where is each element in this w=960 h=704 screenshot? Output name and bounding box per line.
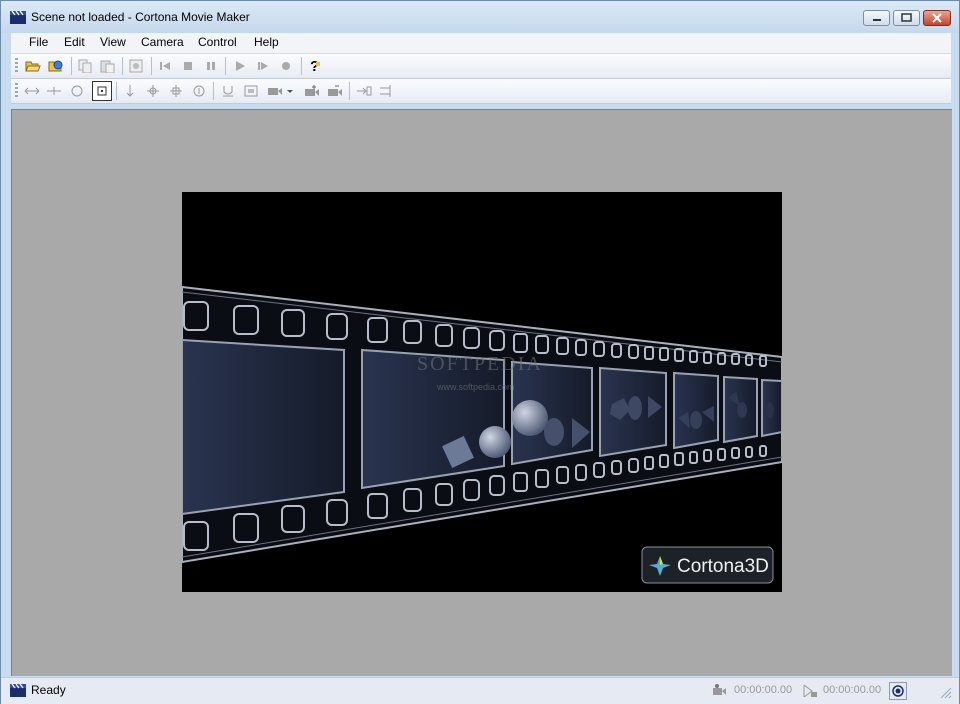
minimize-icon <box>873 19 881 21</box>
turn-button[interactable] <box>190 82 208 100</box>
filmstrip-scene-graphic: SOFTPEDIA www.softpedia.com Cortona3D <box>182 285 782 584</box>
menu-control[interactable]: Control <box>198 35 237 49</box>
paste-icon <box>100 60 115 73</box>
folder-web-icon <box>48 60 63 72</box>
watermark-url: www.softpedia.com <box>436 382 515 392</box>
folder-open-icon <box>25 61 41 72</box>
pan-button[interactable] <box>167 82 185 100</box>
sequence-icon <box>380 85 391 97</box>
rotate-icon <box>71 85 83 97</box>
watermark-text: SOFTPEDIA <box>417 353 543 375</box>
open-button[interactable] <box>24 57 42 75</box>
window-title: Scene not loaded - Cortona Movie Maker <box>31 10 250 24</box>
scene-viewport[interactable]: SOFTPEDIA www.softpedia.com Cortona3D <box>11 109 952 676</box>
camera-remove-icon <box>328 85 342 96</box>
app-window: Scene not loaded - Cortona Movie Maker F… <box>0 0 960 704</box>
cortona3d-logo: Cortona3D <box>641 546 774 584</box>
resize-grip-icon[interactable] <box>939 686 953 700</box>
pan-icon <box>170 85 182 97</box>
toolbar-grip[interactable] <box>15 58 18 74</box>
record-status-button[interactable] <box>889 682 907 700</box>
transition-icon <box>357 86 372 96</box>
close-icon <box>932 13 942 23</box>
restore-icon <box>901 13 912 22</box>
pause-icon <box>207 62 215 70</box>
record-icon <box>282 62 290 70</box>
open-url-button[interactable] <box>47 57 65 75</box>
frame-icon <box>244 85 258 97</box>
menu-camera[interactable]: Camera <box>141 35 184 49</box>
rotate-button[interactable] <box>68 82 86 100</box>
add-camera-button[interactable] <box>303 82 321 100</box>
record-button[interactable] <box>277 57 295 75</box>
arrow-down-icon <box>126 85 134 97</box>
status-bar: Ready 00:00:00.00 00:00:00.00 <box>1 677 959 704</box>
total-time: 00:00:00.00 <box>823 684 882 696</box>
align-button[interactable] <box>219 82 237 100</box>
close-button[interactable] <box>923 10 951 26</box>
restore-button[interactable] <box>893 10 920 26</box>
toolbar-grip[interactable] <box>15 83 18 99</box>
camera-add-icon <box>305 85 319 96</box>
snapshot-button[interactable] <box>127 57 145 75</box>
move-icon <box>147 85 159 97</box>
camera-time-icon <box>713 684 726 695</box>
play-icon <box>236 61 245 71</box>
film-time-icon <box>803 684 817 698</box>
3d-scene[interactable]: SOFTPEDIA www.softpedia.com Cortona3D <box>182 192 782 592</box>
clapperboard-icon <box>10 683 26 697</box>
fit-view-button[interactable] <box>92 81 112 101</box>
skip-back-icon <box>160 62 170 70</box>
help-question-icon: ? <box>310 58 320 74</box>
move-down-button[interactable] <box>121 82 139 100</box>
snapshot-icon <box>129 59 143 73</box>
sequence-button[interactable] <box>378 82 396 100</box>
stop-button[interactable] <box>179 57 197 75</box>
play-button[interactable] <box>231 57 249 75</box>
minimize-button[interactable] <box>863 10 890 26</box>
main-toolbar: ? <box>11 54 951 79</box>
stop-icon <box>184 62 192 70</box>
camera-icon <box>268 88 293 95</box>
menu-file[interactable]: File <box>29 35 48 49</box>
status-text: Ready <box>31 683 66 697</box>
frame-button[interactable] <box>242 82 260 100</box>
camera-time: 00:00:00.00 <box>734 684 793 696</box>
help-button[interactable]: ? <box>306 57 324 75</box>
turn-icon <box>193 85 205 97</box>
remove-camera-button[interactable] <box>326 82 344 100</box>
fit-icon <box>97 86 107 96</box>
paste-button[interactable] <box>98 57 116 75</box>
menu-edit[interactable]: Edit <box>64 35 85 49</box>
pause-button[interactable] <box>202 57 220 75</box>
pan-horizontal-button[interactable] <box>23 82 41 100</box>
move-all-button[interactable] <box>144 82 162 100</box>
arrows-horizontal-icon <box>24 87 40 95</box>
transition-button[interactable] <box>355 82 373 100</box>
align-icon <box>223 86 233 97</box>
navigation-toolbar <box>11 79 951 104</box>
camera-dropdown-button[interactable] <box>265 82 295 100</box>
logo-text: Cortona3D <box>677 556 769 577</box>
step-forward-button[interactable] <box>254 57 272 75</box>
go-start-button[interactable] <box>156 57 174 75</box>
arrows-slide-icon <box>47 87 61 95</box>
slide-button[interactable] <box>45 82 63 100</box>
title-bar[interactable]: Scene not loaded - Cortona Movie Maker <box>1 1 959 33</box>
menu-bar: File Edit View Camera Control Help <box>11 33 951 54</box>
step-forward-icon <box>258 62 268 70</box>
menu-view[interactable]: View <box>100 35 126 49</box>
copy-icon <box>78 59 92 73</box>
clapperboard-icon <box>10 10 26 24</box>
record-target-icon <box>892 685 904 697</box>
copy-button[interactable] <box>76 57 94 75</box>
menu-help[interactable]: Help <box>254 35 279 49</box>
